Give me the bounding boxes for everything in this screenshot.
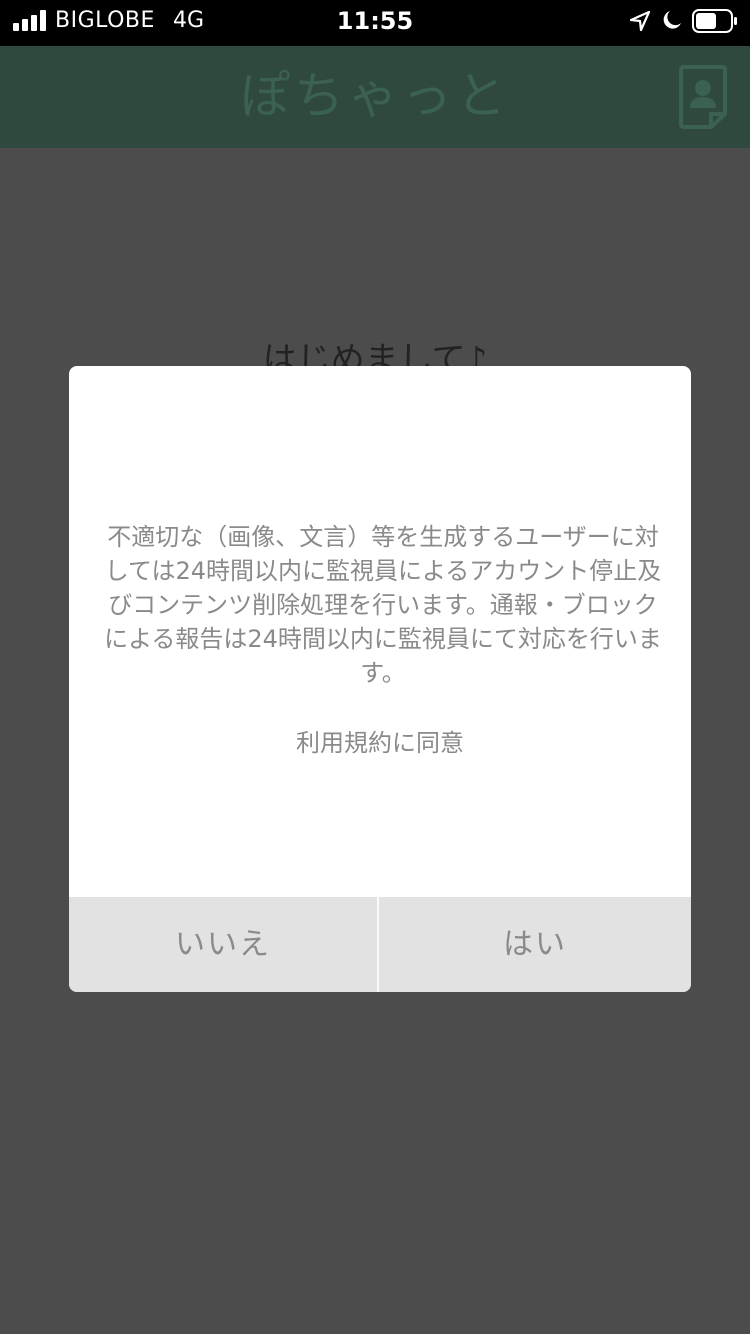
no-button[interactable]: いいえ [69, 897, 377, 992]
yes-button[interactable]: はい [379, 897, 691, 992]
dialog-button-bar: いいえ はい [69, 897, 691, 992]
terms-dialog: 不適切な（画像、文言）等を生成するユーザーに対しては24時間以内に監視員によるア… [69, 366, 691, 992]
app-header: ぽちゃっと [0, 46, 750, 148]
app-title: ぽちゃっと [240, 67, 510, 125]
location-arrow-icon [629, 10, 651, 32]
moon-icon [663, 11, 681, 29]
terms-agreement-label: 利用規約に同意 [296, 729, 464, 757]
moderation-notice: 不適切な（画像、文言）等を生成するユーザーに対しては24時間以内に監視員によるア… [104, 523, 662, 687]
battery-icon [692, 9, 737, 33]
profile-card-icon[interactable] [673, 64, 733, 130]
status-bar: BIGLOBE 4G 11:55 [0, 0, 750, 46]
